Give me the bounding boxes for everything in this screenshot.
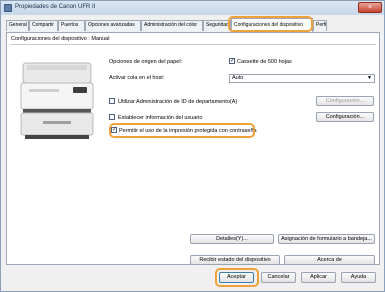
close-button[interactable]: × [358,2,382,13]
user-info-label: Establecer información del usuario [118,115,203,121]
form-to-tray-button[interactable]: Asignación de formulario a bandeja... [278,234,375,244]
tab-color-management[interactable]: Administración del color [141,20,203,31]
tab-profile[interactable]: Perfil [313,20,327,31]
tab-highlight [228,16,313,32]
help-button[interactable]: Ayuda [341,272,376,283]
cancel-button[interactable]: Cancelar [261,272,296,283]
apply-button[interactable]: Aplicar [301,272,336,283]
printer-properties-window: Propiedades de Canon UFR II × General Co… [0,0,385,292]
dept-config-button[interactable]: Configuración... [316,96,374,106]
tab-bar: General Compartir Puertos Opciones avanz… [6,18,380,32]
title-bar[interactable]: Propiedades de Canon UFR II × [1,1,384,15]
tab-ports[interactable]: Puertos [58,20,85,31]
queue-select-value: Auto [232,75,244,81]
details-button[interactable]: Detalles(Y)... [190,234,274,244]
device-status-button[interactable]: Recibir estado del dispositivo [190,255,280,265]
paper-source-label: Opciones de origen del papel: [109,59,183,65]
tab-sharing[interactable]: Compartir [29,20,58,31]
dept-id-checkbox[interactable] [109,98,115,104]
chevron-down-icon: ▼ [367,75,372,81]
section-label: Configuraciones del dispositivo : Manual [11,36,110,42]
device-settings-panel: Configuraciones del dispositivo : Manual… [6,32,380,265]
secure-print-highlight [109,123,255,138]
printer-icon [4,4,12,12]
queue-select[interactable]: Auto ▼ [229,74,375,83]
divider [10,44,376,45]
window-title: Propiedades de Canon UFR II [15,4,96,10]
user-config-button[interactable]: Configuración... [316,112,374,122]
printer-image [20,62,94,139]
tab-general[interactable]: General [6,20,29,31]
user-info-checkbox[interactable] [109,114,115,120]
dept-id-label: Utilizar Administración de ID de departa… [118,99,238,105]
cassette-label: Cassette de 500 hojas [237,59,292,65]
tab-security[interactable]: Seguridad [203,20,231,31]
queue-label: Activar cola en el host: [109,75,165,81]
accept-button[interactable]: Aceptar [219,272,254,283]
cassette-checkbox[interactable]: ✓ [229,58,235,64]
tab-advanced[interactable]: Opciones avanzadas [85,20,141,31]
about-button[interactable]: Acerca de [284,255,375,265]
